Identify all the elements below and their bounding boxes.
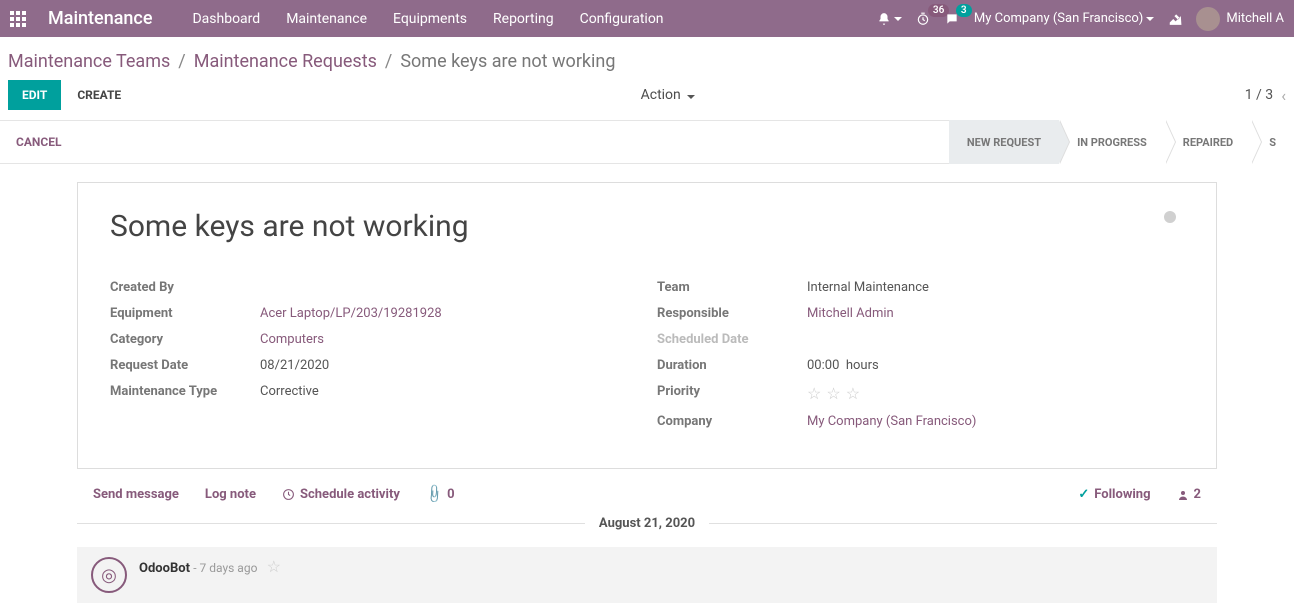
category-label: Category — [110, 332, 260, 347]
stage-new-request[interactable]: NEW REQUEST — [949, 120, 1059, 164]
request-date-label: Request Date — [110, 358, 260, 373]
schedule-activity-button[interactable]: Schedule activity — [282, 487, 400, 502]
user-name: Mitchell A — [1226, 11, 1284, 26]
timer-icon[interactable]: 36 — [916, 12, 930, 26]
avatar — [1196, 7, 1220, 31]
company-value[interactable]: My Company (San Francisco) — [807, 414, 1184, 429]
message-author: OdooBot — [139, 561, 190, 576]
stage-bar: NEW REQUEST IN PROGRESS REPAIRED S — [949, 120, 1294, 164]
attachments-button[interactable]: 📎 0 — [426, 487, 455, 502]
app-name: Maintenance — [48, 8, 152, 29]
duration-label: Duration — [657, 358, 807, 373]
priority-label: Priority — [657, 384, 807, 403]
equipment-label: Equipment — [110, 306, 260, 321]
chat-badge: 3 — [956, 4, 972, 17]
action-dropdown[interactable]: Action — [641, 87, 696, 103]
maintenance-type-value: Corrective — [260, 384, 637, 399]
scheduled-date-value — [807, 332, 1184, 347]
duration-value: 00:00 hours — [807, 358, 1184, 373]
chat-icon[interactable]: 3 — [944, 12, 960, 26]
apps-icon[interactable] — [10, 11, 26, 27]
company-label: Company — [657, 414, 807, 429]
top-header: Maintenance Dashboard Maintenance Equipm… — [0, 0, 1294, 37]
maintenance-type-label: Maintenance Type — [110, 384, 260, 399]
breadcrumb-current: Some keys are not working — [400, 51, 615, 72]
create-button[interactable]: CREATE — [67, 80, 131, 110]
form-right-col: TeamInternal Maintenance ResponsibleMitc… — [657, 280, 1184, 440]
bot-avatar-icon: ◎ — [91, 557, 127, 593]
created-by-value — [260, 280, 637, 295]
control-row: EDIT CREATE Action 1 / 3 ‹ — [0, 80, 1294, 120]
company-selector[interactable]: My Company (San Francisco) — [974, 11, 1154, 26]
responsible-label: Responsible — [657, 306, 807, 321]
category-value[interactable]: Computers — [260, 332, 637, 347]
cancel-button[interactable]: CANCEL — [0, 135, 77, 149]
breadcrumb: Maintenance Teams / Maintenance Requests… — [0, 37, 1294, 80]
nav-reporting[interactable]: Reporting — [493, 11, 554, 27]
user-menu[interactable]: Mitchell A — [1196, 7, 1284, 31]
breadcrumb-requests[interactable]: Maintenance Requests — [194, 51, 377, 72]
following-button[interactable]: ✓ Following — [1078, 487, 1150, 502]
form-left-col: Created By EquipmentAcer Laptop/LP/203/1… — [110, 280, 637, 440]
send-message-button[interactable]: Send message — [93, 487, 179, 502]
created-by-label: Created By — [110, 280, 260, 295]
company-name: My Company (San Francisco) — [974, 11, 1143, 26]
request-date-value: 08/21/2020 — [260, 358, 637, 373]
nav-maintenance[interactable]: Maintenance — [286, 11, 367, 27]
team-value: Internal Maintenance — [807, 280, 1184, 295]
breadcrumb-sep: / — [385, 51, 392, 72]
nav-equipments[interactable]: Equipments — [393, 11, 467, 27]
star-icon[interactable]: ☆ — [846, 384, 860, 403]
equipment-value[interactable]: Acer Laptop/LP/203/19281928 — [260, 306, 637, 321]
star-icon[interactable]: ☆ — [807, 384, 821, 403]
edit-button[interactable]: EDIT — [8, 80, 61, 110]
priority-stars: ☆ ☆ ☆ — [807, 384, 1184, 403]
breadcrumb-sep: / — [178, 51, 185, 72]
pager-prev-icon[interactable]: ‹ — [1281, 86, 1286, 105]
stage-repaired[interactable]: REPAIRED — [1165, 120, 1251, 164]
settings-icon[interactable] — [1168, 12, 1182, 26]
clock-icon — [282, 488, 295, 501]
breadcrumb-teams[interactable]: Maintenance Teams — [8, 51, 170, 72]
pager: 1 / 3 — [1245, 87, 1273, 103]
team-label: Team — [657, 280, 807, 295]
stage-in-progress[interactable]: IN PROGRESS — [1059, 120, 1165, 164]
log-note-button[interactable]: Log note — [205, 487, 256, 502]
status-bar: CANCEL NEW REQUEST IN PROGRESS REPAIRED … — [0, 120, 1294, 164]
nav-dashboard[interactable]: Dashboard — [192, 11, 260, 27]
responsible-value[interactable]: Mitchell Admin — [807, 306, 1184, 321]
nav-configuration[interactable]: Configuration — [580, 11, 664, 27]
message-time: - 7 days ago — [193, 561, 257, 575]
form-card: Some keys are not working Created By Equ… — [77, 182, 1217, 469]
check-icon: ✓ — [1078, 487, 1089, 502]
followers-button[interactable]: 2 — [1177, 487, 1201, 502]
date-separator: August 21, 2020 — [77, 516, 1217, 531]
bell-icon[interactable] — [877, 12, 902, 26]
star-icon[interactable]: ☆ — [826, 384, 840, 403]
star-icon[interactable]: ☆ — [267, 557, 281, 576]
record-title: Some keys are not working — [110, 209, 1184, 244]
messaging-bar: Send message Log note Schedule activity … — [77, 487, 1217, 516]
message-item: ◎ OdooBot - 7 days ago ☆ — [77, 547, 1217, 603]
scheduled-date-label: Scheduled Date — [657, 332, 807, 347]
kanban-state-dot[interactable] — [1164, 211, 1176, 223]
date-separator-text: August 21, 2020 — [585, 516, 709, 531]
paperclip-icon: 📎 — [423, 483, 445, 505]
person-icon — [1177, 489, 1189, 501]
